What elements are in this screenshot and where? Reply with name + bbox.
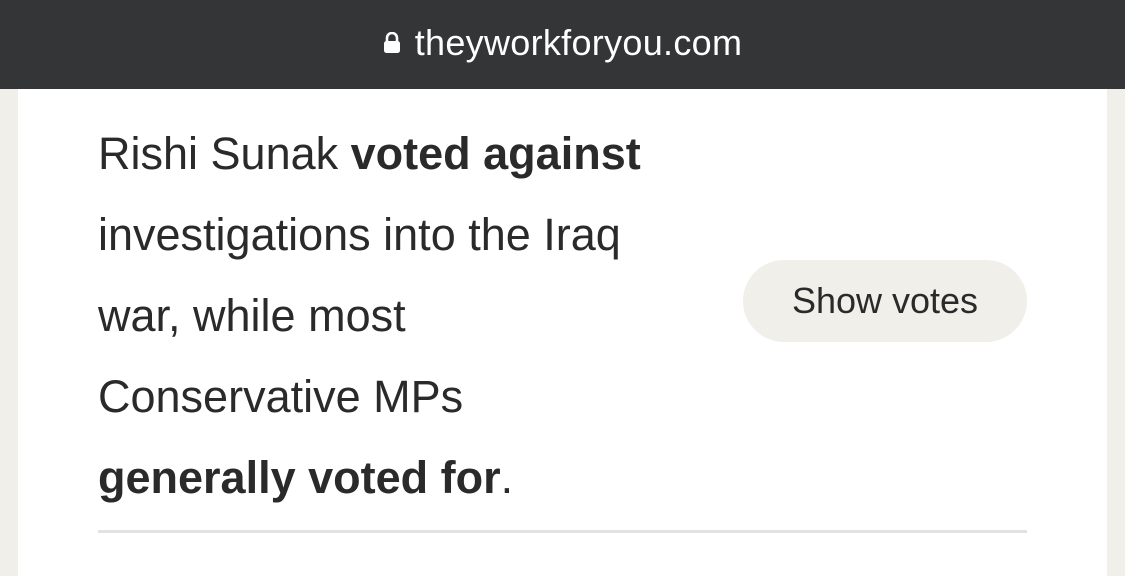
policy-text: investigations into the Iraq war, while … [98,209,621,422]
vote-statement: Rishi Sunak voted against investigations… [98,113,658,518]
divider [98,530,1027,533]
url-text: theyworkforyou.com [414,21,743,63]
show-votes-button[interactable]: Show votes [743,260,1027,342]
browser-url-bar[interactable]: theyworkforyou.com [0,0,1125,89]
party-vote: generally voted for [98,452,501,503]
mp-vote: voted against [350,128,641,179]
mp-name: Rishi Sunak [98,128,339,179]
statement-end: . [500,452,514,503]
vote-card: Rishi Sunak voted against investigations… [18,89,1107,576]
lock-icon [383,31,401,54]
url-display[interactable]: theyworkforyou.com [383,22,743,64]
